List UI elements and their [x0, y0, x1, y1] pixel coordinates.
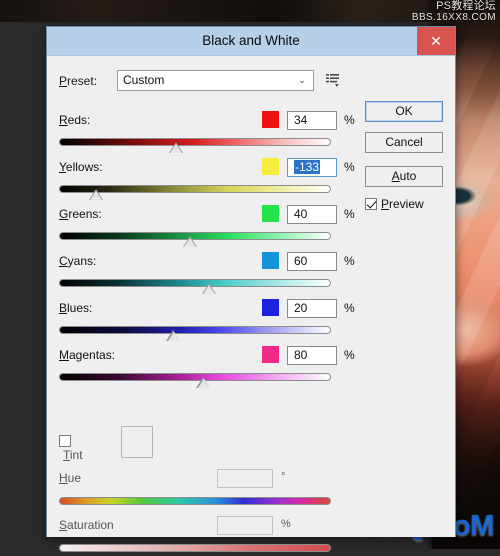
channel-color-swatch [262, 252, 279, 269]
channel-unit: % [344, 301, 355, 315]
saturation-row: Saturation % [59, 516, 353, 556]
channel-value-input[interactable]: 80 [287, 346, 337, 365]
channel-unit: % [344, 348, 355, 362]
channel-slider-track[interactable] [59, 138, 331, 146]
close-icon[interactable]: ✕ [417, 27, 455, 55]
hue-unit: ° [281, 471, 286, 483]
channel-slider-thumb[interactable] [166, 330, 181, 341]
auto-button[interactable]: Auto [365, 166, 443, 187]
saturation-track[interactable] [59, 544, 331, 552]
channel-row: Greens: 40% [59, 205, 355, 252]
channel-slider-thumb[interactable] [201, 283, 217, 294]
preset-row: Preset: Custom ⌄ [59, 70, 389, 92]
channel-slider-track[interactable] [59, 373, 331, 381]
channel-label: Greens: [59, 207, 102, 221]
channel-color-swatch [262, 111, 279, 128]
channel-row: Cyans: 60% [59, 252, 355, 299]
channel-row: Magentas: 80% [59, 346, 355, 393]
channel-slider-track[interactable] [59, 326, 331, 334]
black-and-white-dialog: Black and White ✕ Preset: Custom ⌄ OK Ca… [46, 26, 456, 552]
channel-slider-thumb[interactable] [168, 142, 184, 153]
channel-label: Reds: [59, 113, 91, 127]
channel-row: Reds: 34% [59, 111, 355, 158]
channel-slider-thumb[interactable] [182, 236, 198, 247]
channel-slider-track[interactable] [59, 279, 331, 287]
channel-color-swatch [262, 205, 279, 222]
dialog-title: Black and White [202, 33, 300, 48]
hue-row: Hue ° [59, 469, 353, 509]
preset-label: Preset: [59, 74, 98, 88]
channel-label: Magentas: [59, 348, 116, 362]
channel-label: Yellows: [59, 160, 103, 174]
dialog-titlebar[interactable]: Black and White ✕ [47, 27, 455, 56]
channel-value-input[interactable]: 34 [287, 111, 337, 130]
channel-color-swatch [262, 346, 279, 363]
channel-unit: % [344, 113, 355, 127]
preset-value: Custom [123, 73, 165, 87]
preview-checkbox[interactable]: Preview [365, 197, 424, 213]
channel-value-input[interactable]: 60 [287, 252, 337, 271]
checkbox-box [59, 435, 71, 447]
channel-label: Cyans: [59, 254, 97, 268]
checkbox-box [365, 198, 377, 210]
channel-label: Blues: [59, 301, 93, 315]
document-top-strip [0, 0, 500, 22]
channel-color-swatch [262, 299, 279, 316]
channel-slider-thumb[interactable] [196, 377, 211, 388]
channel-row: Blues: 20% [59, 299, 355, 346]
channel-row: Yellows: -133% [59, 158, 355, 205]
cancel-button[interactable]: Cancel [365, 132, 443, 153]
preset-options-icon[interactable] [324, 71, 342, 89]
channel-value-input[interactable]: 20 [287, 299, 337, 318]
channel-unit: % [344, 254, 355, 268]
channel-value-input[interactable]: -133 [287, 158, 337, 177]
channel-slider-thumb[interactable] [88, 189, 104, 200]
chevron-down-icon: ⌄ [298, 75, 306, 85]
hue-field[interactable] [217, 469, 273, 488]
saturation-label: Saturation [59, 518, 114, 532]
tint-checkbox[interactable]: Tint [59, 434, 83, 462]
channel-color-swatch [262, 158, 279, 175]
channel-unit: % [344, 160, 355, 174]
preset-select[interactable]: Custom ⌄ [117, 70, 314, 91]
preview-label: Preview [381, 197, 424, 211]
hue-track[interactable] [59, 497, 331, 505]
tint-label: Tint [63, 448, 83, 462]
hue-label: Hue [59, 471, 82, 485]
saturation-unit: % [281, 518, 291, 530]
tint-color-swatch[interactable] [121, 426, 153, 458]
dialog-body: Preset: Custom ⌄ OK Cancel Auto Preview … [47, 56, 455, 552]
channel-value-input[interactable]: 40 [287, 205, 337, 224]
channel-unit: % [344, 207, 355, 221]
saturation-field[interactable] [217, 516, 273, 535]
ok-button[interactable]: OK [365, 101, 443, 122]
